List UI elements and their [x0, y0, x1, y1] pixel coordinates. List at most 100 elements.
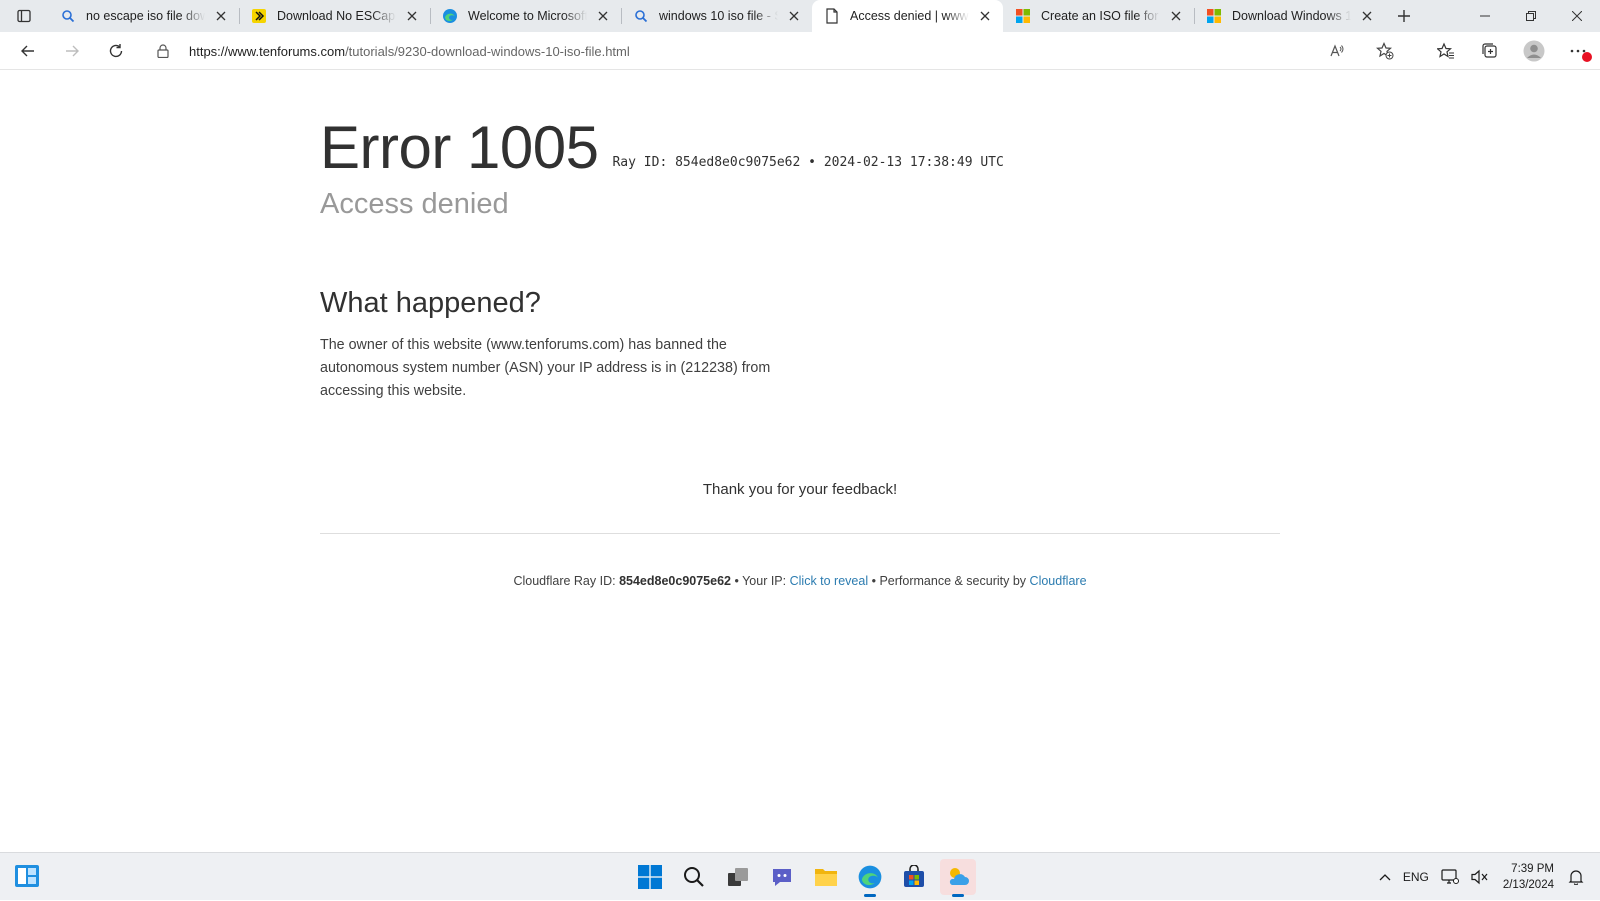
- minimize-button[interactable]: [1462, 0, 1508, 32]
- speaker-muted-icon: [1471, 869, 1488, 885]
- tab-strip: no escape iso file down Download No ESCa…: [0, 0, 1600, 32]
- refresh-icon: [109, 43, 123, 57]
- file-explorer-button[interactable]: [808, 859, 844, 895]
- microsoft-logo-icon: [1015, 8, 1031, 24]
- favorites-button[interactable]: [1424, 35, 1468, 67]
- footer-ray-prefix: Cloudflare Ray ID:: [513, 574, 616, 588]
- collections-button[interactable]: [1468, 35, 1512, 67]
- clock-time: 7:39 PM: [1511, 863, 1554, 875]
- footer-separator: •: [871, 574, 876, 588]
- tab-5-active[interactable]: Access denied | www.te: [812, 0, 1003, 32]
- close-tab-icon[interactable]: [1168, 8, 1184, 24]
- tab-1[interactable]: no escape iso file down: [48, 0, 239, 32]
- toolbar-right: [1424, 35, 1600, 67]
- error-title: Error 1005: [320, 114, 599, 181]
- edge-icon: [858, 865, 882, 889]
- timestamp: 2024-02-13 17:38:49 UTC: [823, 155, 1004, 170]
- reveal-ip-link[interactable]: Click to reveal: [790, 574, 869, 588]
- refresh-button[interactable]: [94, 35, 138, 67]
- profile-button[interactable]: [1512, 35, 1556, 67]
- chat-icon: [773, 869, 791, 886]
- url-host: https://www.tenforums.com: [189, 43, 346, 59]
- tab-title: Download No ESCape f: [277, 9, 396, 23]
- windows-logo-icon: [638, 865, 662, 889]
- divider: [320, 533, 1280, 534]
- restore-button[interactable]: [1508, 0, 1554, 32]
- back-button[interactable]: [6, 35, 50, 67]
- footer-ray-id: 854ed8e0c9075e62: [619, 574, 731, 588]
- read-aloud-button[interactable]: [1315, 35, 1359, 67]
- system-tray: ENG 7:39 PM 2/13/2024: [1373, 853, 1600, 901]
- widgets-icon: [15, 865, 39, 887]
- edge-icon: [442, 8, 458, 24]
- tab-title: Access denied | www.te: [850, 9, 969, 23]
- tab-title: windows 10 iso file - Se: [659, 9, 778, 23]
- close-tab-icon[interactable]: [404, 8, 420, 24]
- error-subtitle: Access denied: [320, 188, 509, 220]
- window-controls: [1462, 0, 1600, 32]
- browser-toolbar: https://www.tenforums.com/tutorials/9230…: [0, 32, 1600, 70]
- collections-icon: [1482, 43, 1497, 58]
- close-tab-icon[interactable]: [595, 8, 611, 24]
- tab-6[interactable]: Create an ISO file for W: [1003, 0, 1194, 32]
- notification-dot-icon: [1582, 52, 1592, 62]
- forward-button[interactable]: [50, 35, 94, 67]
- bullet-separator: •: [808, 155, 816, 170]
- close-tab-icon[interactable]: [213, 8, 229, 24]
- search-icon: [60, 8, 76, 24]
- taskbar-search-button[interactable]: [676, 859, 712, 895]
- ray-id-line: Ray ID: 854ed8e0c9075e62 • 2024-02-13 17…: [612, 155, 1003, 170]
- chevron-up-icon: [1379, 874, 1391, 881]
- tab-3[interactable]: Welcome to Microsoft E: [430, 0, 621, 32]
- back-arrow-icon: [21, 45, 34, 56]
- store-icon: [904, 865, 924, 887]
- footer-performance-text: Performance & security by: [879, 574, 1027, 588]
- plus-icon: [1398, 10, 1410, 22]
- search-icon: [633, 8, 649, 24]
- tab-title: Welcome to Microsoft E: [468, 9, 587, 23]
- weather-app-button[interactable]: [940, 859, 976, 897]
- edge-taskbar-button[interactable]: [852, 859, 888, 897]
- network-monitor-icon: [1441, 869, 1459, 884]
- language-indicator[interactable]: ENG: [1397, 853, 1435, 901]
- address-bar-actions: [1315, 35, 1407, 67]
- what-happened-heading: What happened?: [320, 287, 541, 319]
- address-bar[interactable]: https://www.tenforums.com/tutorials/9230…: [145, 35, 1407, 67]
- avatar-icon: [1523, 40, 1545, 62]
- folder-icon: [815, 869, 837, 886]
- tab-2[interactable]: Download No ESCape f: [239, 0, 430, 32]
- new-tab-button[interactable]: [1385, 0, 1423, 32]
- teams-chat-button[interactable]: [764, 859, 800, 895]
- tab-actions-icon: [17, 9, 31, 23]
- task-view-button[interactable]: [720, 859, 756, 895]
- task-view-icon: [728, 868, 748, 886]
- microsoft-logo-icon: [1206, 8, 1222, 24]
- tab-7[interactable]: Download Windows 10: [1194, 0, 1385, 32]
- show-hidden-icons-button[interactable]: [1373, 853, 1397, 901]
- cloudflare-error-page: Error 1005 Ray ID: 854ed8e0c9075e62 • 20…: [320, 70, 1280, 588]
- tab-title: no escape iso file down: [86, 9, 205, 23]
- read-aloud-icon: [1330, 44, 1344, 57]
- close-tab-icon[interactable]: [977, 8, 993, 24]
- notification-center-button[interactable]: [1562, 853, 1600, 901]
- start-button[interactable]: [632, 859, 668, 895]
- network-button[interactable]: [1435, 853, 1465, 901]
- error-header: Error 1005 Ray ID: 854ed8e0c9075e62 • 20…: [320, 118, 1280, 178]
- lock-icon[interactable]: [157, 44, 179, 58]
- close-tab-icon[interactable]: [1359, 8, 1375, 24]
- tab-4[interactable]: windows 10 iso file - Se: [621, 0, 812, 32]
- store-button[interactable]: [896, 859, 932, 895]
- settings-menu-button[interactable]: [1556, 35, 1600, 67]
- url-path: /tutorials/9230-download-windows-10-iso-…: [345, 43, 630, 59]
- clock-date: 2/13/2024: [1502, 879, 1554, 891]
- volume-button[interactable]: [1465, 853, 1495, 901]
- close-window-button[interactable]: [1554, 0, 1600, 32]
- restore-icon: [1526, 11, 1536, 21]
- url-text[interactable]: https://www.tenforums.com/tutorials/9230…: [189, 44, 630, 59]
- clock[interactable]: 7:39 PM 2/13/2024: [1495, 861, 1562, 893]
- close-tab-icon[interactable]: [786, 8, 802, 24]
- cloudflare-link[interactable]: Cloudflare: [1030, 574, 1087, 588]
- add-favorite-button[interactable]: [1363, 35, 1407, 67]
- widgets-button[interactable]: [14, 863, 40, 894]
- tab-actions-button[interactable]: [0, 0, 48, 32]
